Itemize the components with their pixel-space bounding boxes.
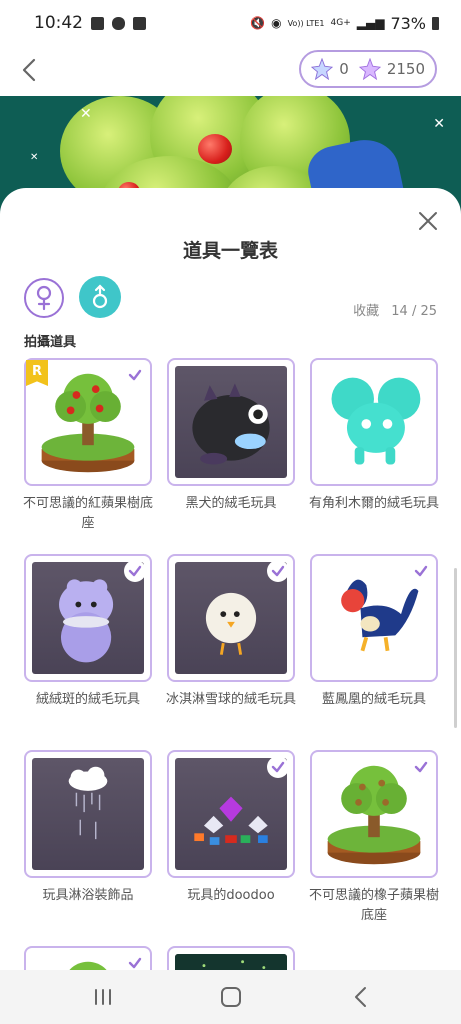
network-label: 4G+: [330, 18, 351, 28]
dark-scene-partial-icon: [175, 954, 287, 970]
horned-plush-icon: [331, 377, 421, 465]
mute-icon: 🔇: [250, 16, 266, 30]
female-filter-button[interactable]: [24, 278, 64, 318]
item-name: 絨絨斑的絨毛玩具: [35, 692, 140, 707]
item-card[interactable]: [310, 750, 438, 878]
sparkle-icon: ✕: [80, 106, 92, 122]
check-icon: [410, 560, 432, 582]
item-card[interactable]: [24, 946, 152, 970]
gem-count: 0: [339, 60, 349, 78]
collection-count: 14 / 25: [391, 304, 437, 319]
item-card[interactable]: [24, 750, 152, 878]
signal-icon: ▂▄▆: [356, 16, 385, 30]
item-name: 黑犬的絨毛玩具: [185, 496, 277, 511]
item-card[interactable]: [167, 554, 295, 682]
apple-icon: [198, 134, 232, 164]
item-card[interactable]: [310, 554, 438, 682]
male-symbol-icon: [92, 284, 108, 309]
back-nav-button[interactable]: [346, 982, 376, 1012]
gallery-icon: [91, 16, 104, 30]
item-thumbnail: [175, 366, 287, 478]
check-icon: [410, 756, 432, 778]
recent-apps-button[interactable]: [88, 982, 118, 1012]
clock: 10:42: [34, 13, 83, 33]
item-name: 冰淇淋雪球的絨毛玩具: [165, 692, 296, 707]
battery-percent: 73%: [390, 13, 426, 33]
system-nav-bar: [0, 970, 461, 1024]
item-card[interactable]: R: [24, 358, 152, 486]
volte-label: Vo)) LTE1: [287, 18, 325, 28]
item-name: 藍鳳凰的絨毛玩具: [321, 692, 426, 707]
item-name: 玩具的doodoo: [187, 888, 275, 903]
currency-pill[interactable]: 0 2150: [299, 50, 437, 88]
sheet-title: 道具一覽表: [182, 240, 278, 262]
item-name: 不可思議的橡子蘋果樹底座: [308, 888, 439, 923]
purple-star-icon: [358, 58, 381, 80]
sparkle-icon: ✕: [30, 152, 39, 163]
scrollbar[interactable]: [454, 568, 457, 728]
female-symbol-icon: [36, 285, 52, 311]
item-card[interactable]: [167, 358, 295, 486]
check-icon: [124, 364, 146, 386]
check-icon: [267, 560, 289, 582]
section-label: 拍攝道具: [24, 335, 77, 350]
item-name: 不可思議的紅蘋果樹底座: [22, 496, 153, 531]
star-count: 2150: [386, 60, 425, 78]
gem-star-icon: [311, 58, 334, 80]
back-button[interactable]: [16, 56, 44, 84]
item-name: 玩具淋浴裝飾品: [42, 888, 134, 903]
check-icon: [124, 560, 146, 582]
checkbox-icon: [133, 16, 146, 30]
collection-counter: 收藏 14 / 25: [353, 300, 437, 319]
male-filter-button[interactable]: [79, 276, 121, 318]
item-card[interactable]: [167, 750, 295, 878]
item-card[interactable]: [310, 358, 438, 486]
item-thumbnail: [32, 758, 144, 870]
item-thumbnail: [175, 954, 287, 970]
item-list-sheet: 道具一覽表 收藏 14 / 25 拍攝道具 R 不可思議的紅蘋果樹底座 黑犬的絨毛玩…: [0, 188, 461, 970]
check-icon: [124, 952, 146, 970]
home-button[interactable]: [216, 982, 246, 1012]
collection-label: 收藏: [353, 304, 380, 319]
top-bar: 0 2150: [0, 46, 461, 96]
battery-icon: [432, 16, 439, 30]
close-button[interactable]: [417, 210, 439, 232]
status-bar: 10:42 🔇 ◉ Vo)) LTE1 4G+ ▂▄▆ 73%: [0, 0, 461, 46]
sparkle-icon: ✕: [433, 116, 445, 132]
rain-cloud-decor-icon: [68, 766, 108, 840]
item-card[interactable]: [24, 554, 152, 682]
wifi-icon: ◉: [271, 16, 282, 30]
cloud-icon: [112, 16, 125, 30]
item-thumbnail: [318, 366, 430, 478]
check-icon: [267, 756, 289, 778]
item-name: 有角利木爾的絨毛玩具: [308, 496, 439, 511]
item-card[interactable]: [167, 946, 295, 970]
black-dog-plush-icon: [192, 383, 270, 465]
